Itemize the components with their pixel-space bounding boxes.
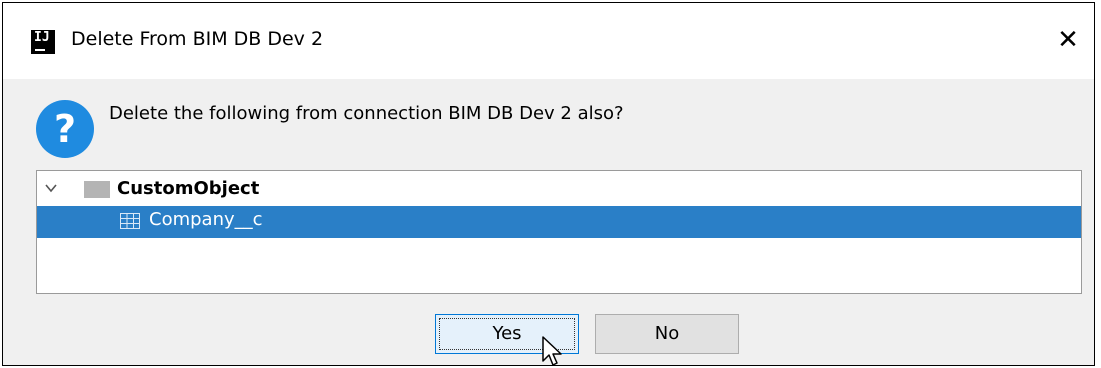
delete-dialog: IJ Delete From BIM DB Dev 2 ✕ ? Delete t… [2,2,1095,366]
app-icon-text: IJ [34,30,50,45]
tree-node-company-c[interactable]: Company__c [37,206,1081,238]
mouse-pointer-icon [542,336,562,366]
chevron-down-icon[interactable] [45,182,57,194]
intellij-app-icon: IJ [31,30,55,54]
table-icon [120,213,140,229]
no-button[interactable]: No [595,314,739,354]
no-button-label: No [654,323,680,344]
tree-node-customobject[interactable]: CustomObject [37,176,1081,208]
question-icon: ? [36,100,94,158]
tree-node-label: CustomObject [117,178,260,199]
dialog-message: Delete the following from connection BIM… [109,103,624,124]
folder-icon [84,181,110,198]
title-bar: IJ Delete From BIM DB Dev 2 ✕ [3,3,1094,79]
close-icon: ✕ [1057,25,1079,55]
window-title: Delete From BIM DB Dev 2 [71,28,324,50]
objects-tree[interactable]: CustomObject Company__c [36,170,1082,294]
tree-node-label: Company__c [149,209,263,230]
close-button[interactable]: ✕ [1053,25,1083,55]
